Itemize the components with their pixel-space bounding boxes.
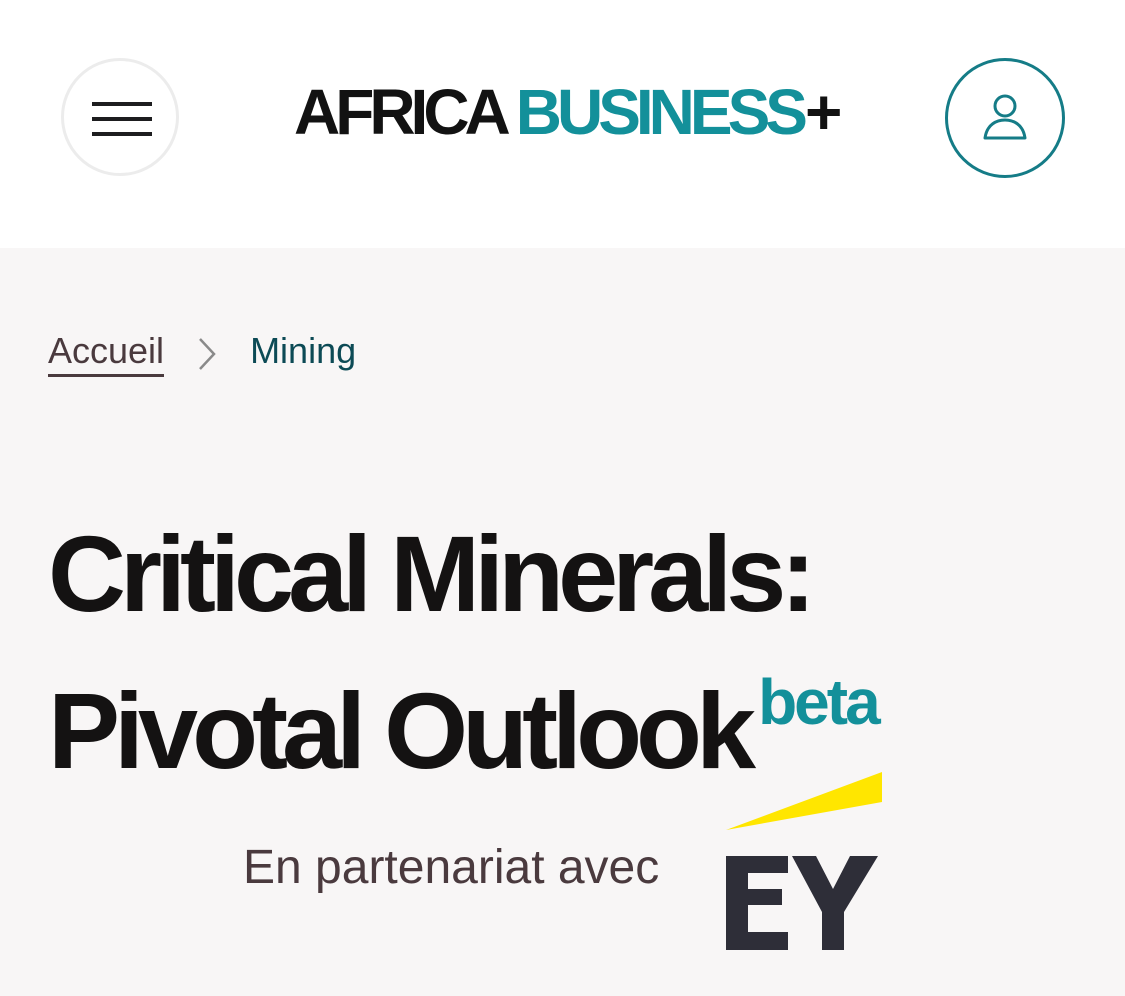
page-title-text: Critical Minerals: Pivotal Outlook [48, 513, 816, 791]
breadcrumb-current: Mining [250, 329, 357, 371]
site-logo[interactable]: AFRICA BUSINESS + [294, 76, 842, 148]
main-content: Accueil Mining Critical Minerals: Pivota… [0, 248, 1125, 996]
site-header: AFRICA BUSINESS + [0, 0, 1125, 248]
ey-logo[interactable] [726, 772, 884, 952]
logo-business: BUSINESS [515, 76, 808, 148]
menu-button[interactable] [61, 58, 179, 176]
beta-badge: beta [758, 666, 881, 738]
breadcrumb-home-link[interactable]: Accueil [48, 331, 165, 378]
account-button[interactable] [945, 58, 1065, 178]
chevron-right-icon [198, 337, 216, 371]
logo-africa: AFRICA [294, 76, 511, 148]
breadcrumb: Accueil Mining [48, 328, 356, 380]
user-icon [983, 94, 1027, 140]
partner-text: En partenariat avec [243, 841, 660, 894]
logo-plus: + [804, 76, 842, 148]
page-title: Critical Minerals: Pivotal Outlook beta [48, 510, 1108, 795]
